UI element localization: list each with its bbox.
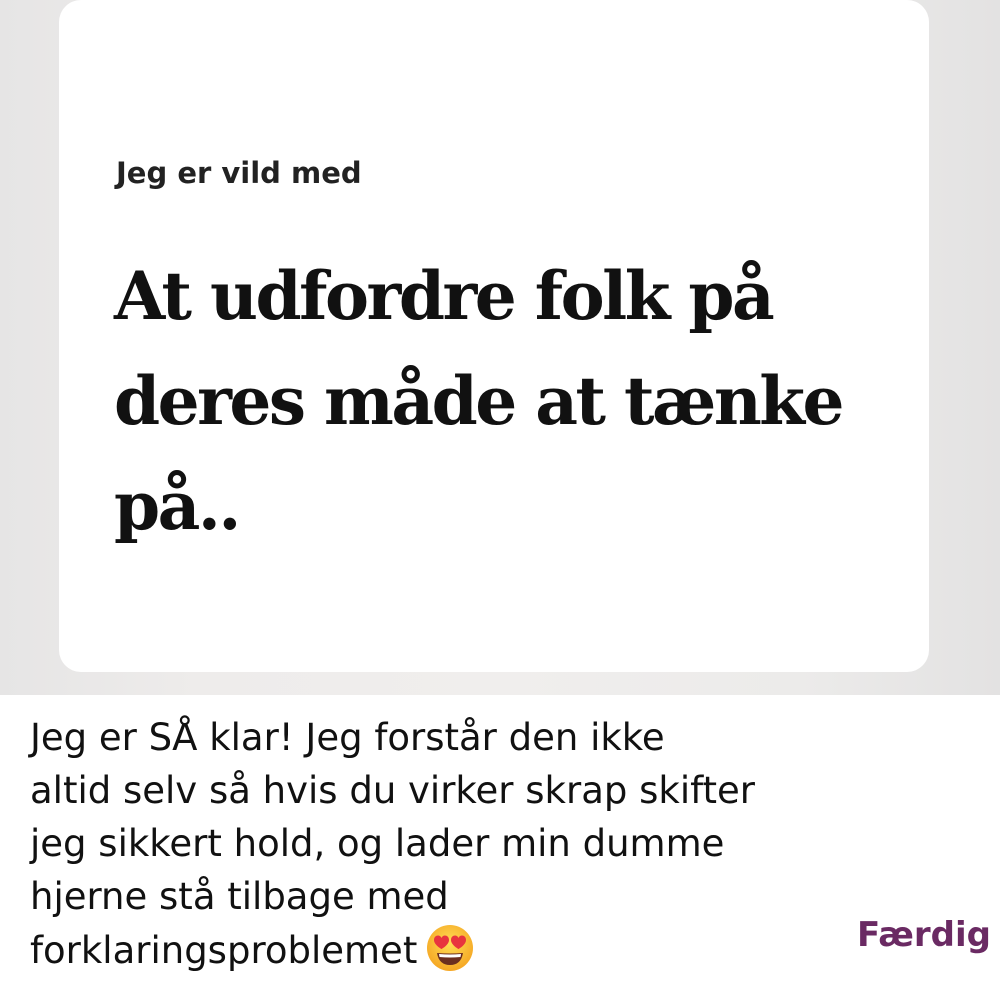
- reply-line-2: altid selv så hvis du virker skrap skift…: [30, 769, 755, 812]
- reply-line-5: forklaringsproblemet: [30, 929, 418, 972]
- prompt-answer: At udfordre folk på deres måde at tænke …: [114, 257, 845, 545]
- done-button[interactable]: Færdig: [857, 915, 991, 955]
- reply-text-field[interactable]: Jeg er SÅ klar! Jeg forstår den ikke alt…: [30, 711, 830, 977]
- prompt-question: Jeg er vild med: [116, 156, 362, 190]
- reply-line-1: Jeg er SÅ klar! Jeg forstår den ikke: [30, 716, 665, 759]
- reply-compose-area[interactable]: Jeg er SÅ klar! Jeg forstår den ikke alt…: [0, 695, 1000, 1000]
- reply-line-4: hjerne stå tilbage med: [30, 875, 449, 918]
- heart-eyes-emoji-icon: [425, 923, 475, 973]
- prompt-card: Jeg er vild med At udfordre folk på dere…: [59, 0, 929, 672]
- reply-line-3: jeg sikkert hold, og lader min dumme: [30, 822, 725, 865]
